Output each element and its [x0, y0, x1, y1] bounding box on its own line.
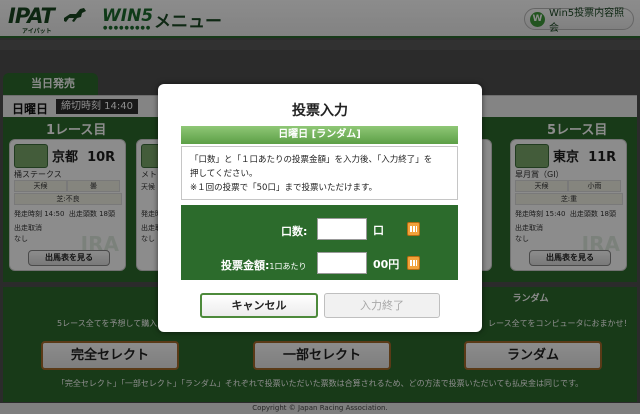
- amount-unit: 00円: [373, 258, 400, 271]
- instruction-line-2: 押してください。: [190, 169, 258, 179]
- vote-input-dialog: 投票入力 日曜日 [ランダム] 「口数」と「１口あたりの投票金額」を入力後、「入…: [158, 84, 482, 332]
- dialog-section-header: 日曜日 [ランダム]: [181, 126, 458, 144]
- finish-input-button[interactable]: 入力終了: [324, 293, 440, 318]
- cancel-button[interactable]: キャンセル: [200, 293, 318, 318]
- calculator-icon[interactable]: [407, 222, 420, 236]
- count-input[interactable]: [317, 218, 367, 240]
- count-unit: 口: [373, 224, 384, 237]
- instruction-line-3: ※１回の投票で「50口」まで投票いただけます。: [190, 183, 378, 193]
- amount-label: 投票金額:1口あたり: [221, 259, 307, 272]
- count-label: 口数:: [281, 225, 308, 238]
- calculator-icon[interactable]: [407, 256, 420, 270]
- dialog-title: 投票入力: [292, 103, 348, 119]
- vote-form: 口数: 口 投票金額:1口あたり 00円: [181, 205, 458, 280]
- amount-input[interactable]: [317, 252, 367, 274]
- instruction-line-1: 「口数」と「１口あたりの投票金額」を入力後、「入力終了」を: [190, 155, 433, 165]
- amount-sublabel: 1口あたり: [269, 262, 307, 271]
- dialog-instructions: 「口数」と「１口あたりの投票金額」を入力後、「入力終了」を 押してください。 ※…: [181, 146, 458, 200]
